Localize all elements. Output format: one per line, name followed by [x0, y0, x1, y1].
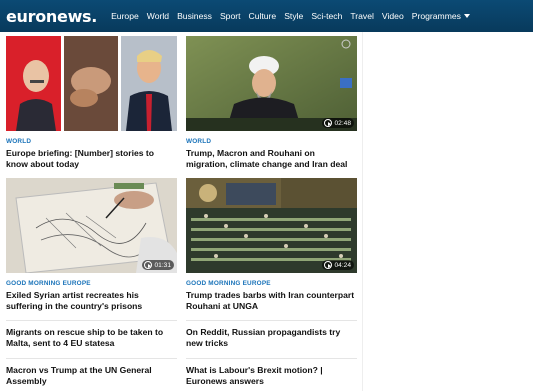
nav-item-sci-tech[interactable]: Sci-tech: [307, 11, 346, 21]
article-category[interactable]: WORLD: [186, 138, 357, 145]
list-item[interactable]: Migrants on rescue ship to be taken to M…: [6, 320, 177, 348]
collage-image: [6, 36, 177, 131]
article-category[interactable]: GOOD MORNING EUROPE: [186, 280, 357, 287]
video-duration-badge: 01:31: [142, 260, 174, 270]
article-headline[interactable]: Exiled Syrian artist recreates his suffe…: [6, 290, 177, 311]
article-category[interactable]: WORLD: [6, 138, 177, 145]
article-thumbnail[interactable]: [6, 36, 177, 131]
article-card-trump-rouhani-unga[interactable]: 04:24 GOOD MORNING EUROPE Trump trades b…: [186, 178, 357, 311]
list-item[interactable]: What is Labour's Brexit motion? | Eurone…: [186, 358, 357, 386]
article-card-trump-macron-rouhani[interactable]: 02:48 WORLD Trump, Macron and Rouhani on…: [186, 36, 357, 169]
list-item[interactable]: Macron vs Trump at the UN General Assemb…: [6, 358, 177, 386]
play-icon: [144, 261, 153, 269]
main-nav: Europe World Business Sport Culture Styl…: [107, 11, 474, 21]
article-thumbnail[interactable]: 02:48: [186, 36, 357, 131]
article-card-europe-briefing[interactable]: WORLD Europe briefing: [Number] stories …: [6, 36, 177, 169]
artist-drawing-image: [6, 178, 177, 273]
nav-item-sport[interactable]: Sport: [216, 11, 245, 21]
article-headline[interactable]: Trump trades barbs with Iran counterpart…: [186, 290, 357, 311]
play-icon: [324, 119, 333, 127]
article-headline[interactable]: Europe briefing: [Number] stories to kno…: [6, 148, 177, 169]
play-icon: [324, 261, 333, 269]
rouhani-speech-image: [186, 36, 357, 131]
nav-item-culture[interactable]: Culture: [245, 11, 281, 21]
nav-item-video[interactable]: Video: [378, 11, 408, 21]
article-thumbnail[interactable]: 01:31: [6, 178, 177, 273]
article-card-syrian-artist[interactable]: 01:31 GOOD MORNING EUROPE Exiled Syrian …: [6, 178, 177, 311]
nav-item-world[interactable]: World: [143, 11, 173, 21]
nav-item-travel[interactable]: Travel: [346, 11, 378, 21]
nav-item-europe[interactable]: Europe: [107, 11, 143, 21]
top-navigation-bar: euronews. Europe World Business Sport Cu…: [0, 0, 533, 32]
list-item[interactable]: On Reddit, Russian propagandists try new…: [186, 320, 357, 348]
video-duration-badge: 02:48: [322, 118, 354, 128]
article-headline[interactable]: Trump, Macron and Rouhani on migration, …: [186, 148, 357, 169]
un-assembly-image: [186, 178, 357, 273]
nav-item-business[interactable]: Business: [173, 11, 216, 21]
video-duration-badge: 04:24: [322, 260, 354, 270]
right-sidebar: [362, 32, 533, 391]
nav-item-style[interactable]: Style: [280, 11, 307, 21]
nav-item-programmes-dropdown[interactable]: Programmes: [408, 11, 474, 21]
article-thumbnail[interactable]: 04:24: [186, 178, 357, 273]
article-category[interactable]: GOOD MORNING EUROPE: [6, 280, 177, 287]
euronews-logo[interactable]: euronews.: [6, 7, 97, 26]
